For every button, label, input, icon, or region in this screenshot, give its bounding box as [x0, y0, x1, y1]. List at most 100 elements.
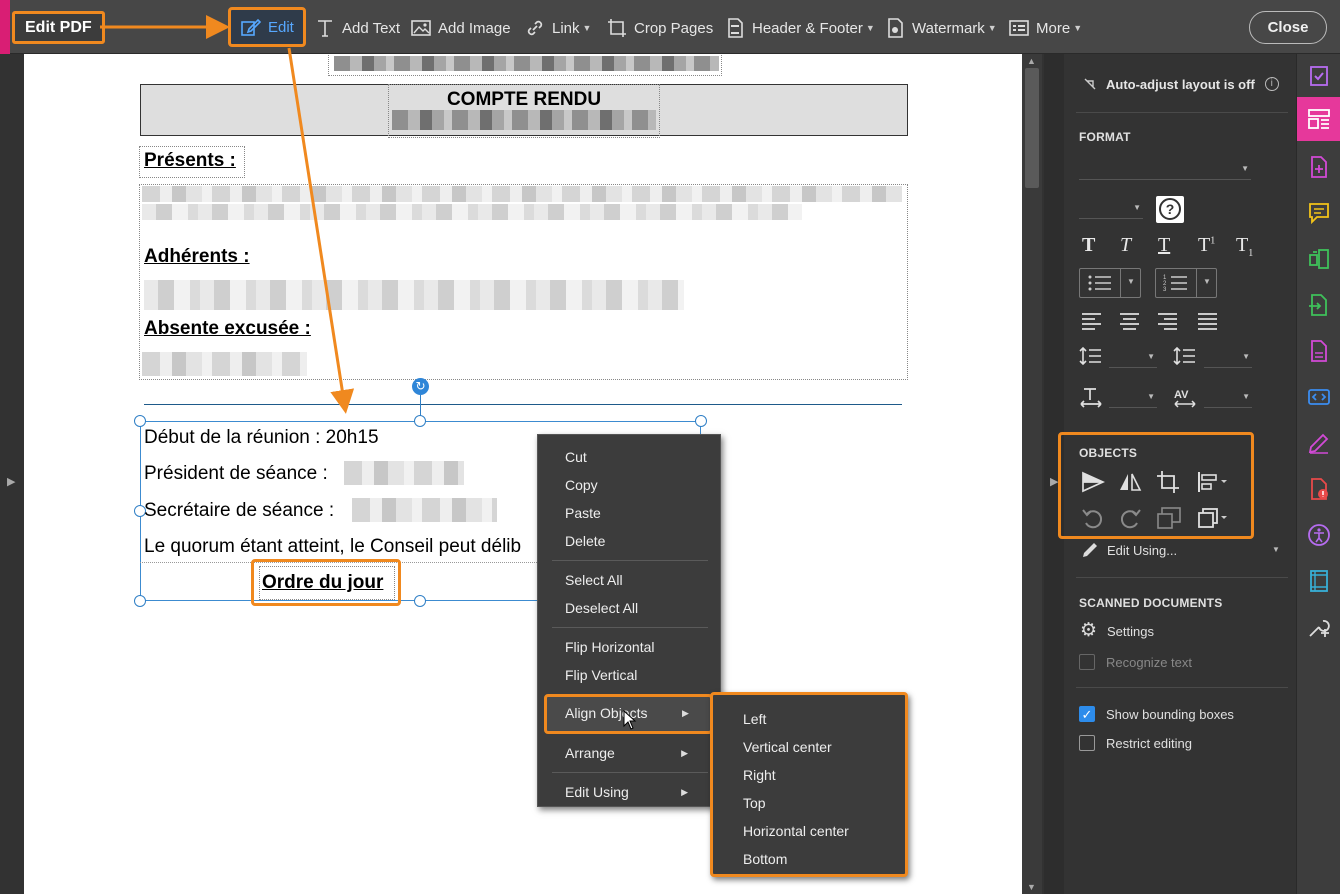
- gear-icon: ⚙: [1080, 620, 1098, 641]
- chevron-down-icon: ▼: [1203, 277, 1211, 286]
- rich-media-icon[interactable]: [1307, 569, 1331, 593]
- numbered-list-button[interactable]: 123 ▼: [1155, 268, 1217, 298]
- italic-icon[interactable]: T: [1120, 234, 1131, 257]
- comment-icon[interactable]: [1307, 201, 1331, 225]
- menu-separator: [552, 627, 708, 628]
- redacted-header-text: [334, 56, 719, 71]
- auto-adjust-off-icon: [1084, 78, 1096, 90]
- justify-icon[interactable]: [1197, 312, 1219, 330]
- redacted-adherents-list: [144, 280, 684, 310]
- menu-item-edit-using[interactable]: Edit Using: [565, 784, 629, 800]
- resize-handle-top-right[interactable]: [695, 415, 707, 427]
- more-button[interactable]: More ▼: [1008, 12, 1082, 44]
- menu-item-copy[interactable]: Copy: [565, 477, 598, 493]
- superscript-icon[interactable]: T1: [1198, 234, 1215, 257]
- show-bounding-boxes-checkbox[interactable]: ✓: [1079, 706, 1095, 722]
- scan-ocr-icon[interactable]: [1307, 339, 1331, 363]
- replace-image-icon[interactable]: [1156, 506, 1182, 530]
- create-pdf-icon[interactable]: [1307, 155, 1331, 179]
- bold-icon[interactable]: T: [1082, 234, 1095, 257]
- flip-vertical-icon[interactable]: [1081, 470, 1105, 494]
- align-center-icon[interactable]: [1119, 312, 1141, 330]
- bullet-list-button[interactable]: ▼: [1079, 268, 1141, 298]
- more-tools-icon[interactable]: [1307, 615, 1331, 639]
- header-footer-button[interactable]: Header & Footer ▼: [724, 12, 875, 44]
- redacted-absente-name: [142, 352, 307, 376]
- character-spacing-icon[interactable]: AV: [1173, 386, 1199, 408]
- menu-item-paste[interactable]: Paste: [565, 505, 601, 521]
- signature-icon[interactable]: [1307, 431, 1331, 455]
- recognize-text-checkbox[interactable]: [1079, 654, 1095, 670]
- edit-using-label[interactable]: Edit Using...: [1107, 543, 1177, 558]
- align-vertical-center-option[interactable]: Vertical center: [743, 739, 832, 755]
- document-scrollbar[interactable]: ▲ ▼: [1022, 54, 1042, 894]
- font-size-dropdown[interactable]: ▼: [1079, 197, 1143, 219]
- horizontal-rule: [144, 404, 902, 405]
- menu-item-flip-vertical[interactable]: Flip Vertical: [565, 667, 637, 683]
- align-horizontal-center-option[interactable]: Horizontal center: [743, 823, 849, 839]
- fill-sign-icon[interactable]: [1307, 64, 1331, 88]
- menu-item-cut[interactable]: Cut: [565, 449, 587, 465]
- align-top-option[interactable]: Top: [743, 795, 766, 811]
- menu-item-flip-horizontal[interactable]: Flip Horizontal: [565, 639, 654, 655]
- svg-text:AV: AV: [1174, 389, 1189, 401]
- help-icon: ?: [1159, 198, 1181, 220]
- align-bottom-option[interactable]: Bottom: [743, 851, 787, 867]
- auto-adjust-status[interactable]: Auto-adjust layout is off i: [1082, 76, 1279, 92]
- accessibility-icon[interactable]: [1307, 523, 1331, 547]
- subscript-icon[interactable]: T1: [1236, 234, 1253, 259]
- underline-icon[interactable]: T: [1158, 234, 1170, 257]
- close-button[interactable]: Close: [1249, 11, 1327, 44]
- menu-item-arrange[interactable]: Arrange: [565, 745, 615, 761]
- rotate-handle-icon[interactable]: ↻: [412, 378, 429, 395]
- scrollbar-thumb[interactable]: [1025, 68, 1039, 188]
- paragraph-spacing-dropdown[interactable]: ▼: [1204, 346, 1252, 368]
- menu-item-delete[interactable]: Delete: [565, 533, 605, 549]
- menu-item-deselect-all[interactable]: Deselect All: [565, 600, 638, 616]
- edit-tool-button[interactable]: Edit: [228, 7, 306, 47]
- horizontal-scaling-icon[interactable]: [1079, 386, 1103, 408]
- link-button[interactable]: Link ▼: [524, 12, 591, 44]
- add-text-button[interactable]: Add Text: [314, 12, 400, 44]
- crop-icon[interactable]: [1156, 470, 1180, 494]
- character-spacing-dropdown[interactable]: ▼: [1204, 386, 1252, 408]
- line-spacing-dropdown[interactable]: ▼: [1109, 346, 1157, 368]
- add-image-button[interactable]: Add Image: [410, 12, 511, 44]
- submenu-arrow-icon: ▶: [681, 748, 688, 758]
- line-spacing-icon[interactable]: [1079, 346, 1103, 366]
- menu-item-select-all[interactable]: Select All: [565, 572, 623, 588]
- align-objects-icon[interactable]: [1196, 470, 1230, 494]
- settings-link[interactable]: Settings: [1107, 624, 1154, 639]
- header-footer-dropdown-caret: ▼: [865, 23, 875, 33]
- font-family-dropdown[interactable]: ▼: [1079, 158, 1251, 180]
- info-icon[interactable]: i: [1264, 77, 1279, 91]
- align-left-icon[interactable]: [1081, 312, 1103, 330]
- scroll-down-icon[interactable]: ▼: [1027, 882, 1036, 892]
- arrange-objects-icon[interactable]: [1196, 506, 1230, 530]
- resize-handle-bottom-center[interactable]: [414, 595, 426, 607]
- resize-handle-bottom-left[interactable]: [134, 595, 146, 607]
- compress-icon[interactable]: [1307, 385, 1331, 409]
- restrict-editing-checkbox[interactable]: [1079, 735, 1095, 751]
- chevron-down-icon: ▼: [1147, 392, 1155, 401]
- align-left-option[interactable]: Left: [743, 711, 766, 727]
- scroll-up-icon[interactable]: ▲: [1027, 56, 1036, 66]
- align-right-icon[interactable]: [1157, 312, 1179, 330]
- horizontal-scaling-dropdown[interactable]: ▼: [1109, 386, 1157, 408]
- resize-handle-top-left[interactable]: [134, 415, 146, 427]
- protect-pdf-icon[interactable]: [1307, 477, 1331, 501]
- export-pdf-icon[interactable]: [1307, 293, 1331, 317]
- edit-pdf-icon[interactable]: [1307, 107, 1331, 131]
- font-color-picker[interactable]: ?: [1156, 196, 1184, 223]
- resize-handle-top-center[interactable]: [414, 415, 426, 427]
- edit-using-dropdown-icon[interactable]: ▼: [1272, 545, 1280, 554]
- rotate-counterclockwise-icon[interactable]: [1081, 506, 1105, 530]
- expand-left-panel-icon[interactable]: ▶: [7, 475, 15, 488]
- flip-horizontal-icon[interactable]: [1118, 470, 1142, 494]
- rotate-clockwise-icon[interactable]: [1118, 506, 1142, 530]
- crop-pages-button[interactable]: Crop Pages: [606, 12, 713, 44]
- paragraph-spacing-icon[interactable]: [1173, 346, 1197, 366]
- align-right-option[interactable]: Right: [743, 767, 776, 783]
- watermark-button[interactable]: Watermark ▼: [884, 12, 997, 44]
- organize-pages-icon[interactable]: [1307, 247, 1331, 271]
